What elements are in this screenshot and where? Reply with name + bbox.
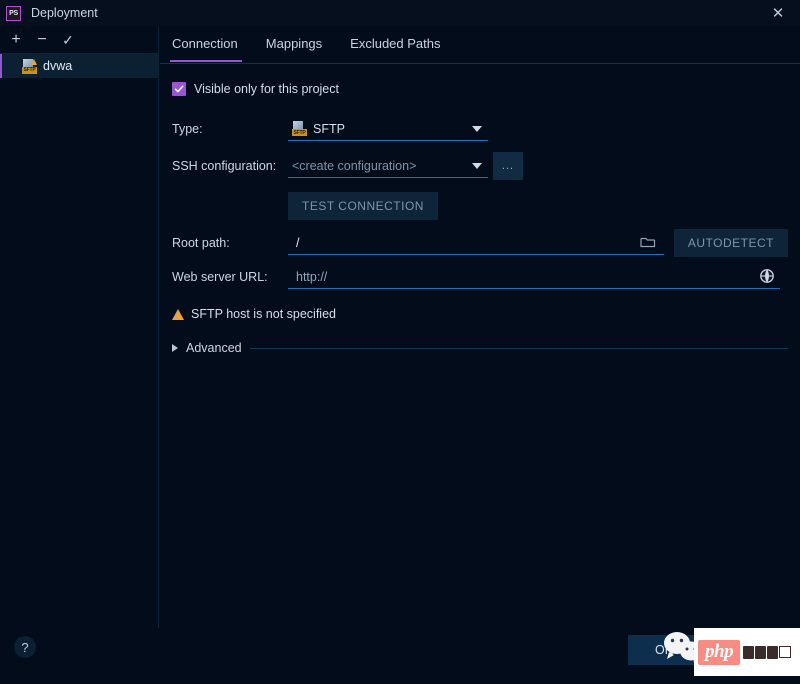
web-server-url-label: Web server URL: — [172, 270, 268, 284]
root-path-value: / — [296, 235, 300, 250]
sftp-badge-label: SFTP — [22, 66, 37, 74]
sidebar: + − ✓ SFTP dvwa — [0, 26, 159, 628]
php-logo-label: php — [698, 639, 741, 665]
web-server-url-input[interactable]: http:// — [288, 265, 780, 289]
folder-browse-icon[interactable] — [640, 235, 656, 249]
web-server-url-row: Web server URL: http:// — [172, 260, 800, 294]
type-value: SFTP — [313, 121, 345, 136]
root-path-input[interactable]: / — [288, 231, 664, 255]
connection-form: Visible only for this project Type: SFTP… — [160, 64, 800, 355]
advanced-label: Advanced — [186, 341, 242, 355]
visible-only-row[interactable]: Visible only for this project — [172, 78, 800, 100]
type-row: Type: SFTP SFTP — [172, 112, 800, 146]
sftp-type-badge: SFTP — [292, 129, 307, 136]
visible-only-label: Visible only for this project — [194, 82, 339, 96]
warning-row: SFTP host is not specified — [172, 303, 800, 325]
advanced-divider — [249, 347, 788, 349]
deployment-dialog: PS Deployment ✕ + − ✓ SFTP dvwa Connecti… — [0, 0, 800, 684]
test-connection-row: TEST CONNECTION — [172, 186, 800, 226]
autodetect-button[interactable]: AUTODETECT — [673, 229, 788, 257]
chevron-down-icon — [472, 163, 482, 169]
sftp-server-icon: SFTP — [22, 58, 37, 74]
sidebar-toolbar: + − ✓ — [0, 26, 158, 54]
plus-icon[interactable]: + — [4, 28, 28, 52]
visible-only-checkbox[interactable] — [172, 82, 186, 96]
php-watermark: php — [694, 628, 800, 676]
tab-connection[interactable]: Connection — [160, 36, 252, 62]
ssh-config-browse-button[interactable]: ... — [493, 152, 523, 180]
title-bar: PS Deployment ✕ — [0, 0, 800, 26]
tab-bar: Connection Mappings Excluded Paths — [160, 26, 800, 64]
tab-mappings[interactable]: Mappings — [252, 36, 336, 62]
warning-message: SFTP host is not specified — [191, 307, 336, 321]
chevron-right-icon — [172, 344, 178, 352]
sidebar-item-dvwa[interactable]: SFTP dvwa — [0, 54, 158, 78]
phpstorm-logo-icon: PS — [6, 5, 21, 21]
ssh-config-label: SSH configuration: — [172, 159, 277, 173]
ssh-config-value: <create configuration> — [292, 158, 417, 173]
watermark-text — [743, 645, 792, 659]
tab-excluded-paths[interactable]: Excluded Paths — [336, 36, 454, 62]
sidebar-item-label: dvwa — [43, 59, 73, 73]
test-connection-button[interactable]: TEST CONNECTION — [288, 192, 438, 220]
type-dropdown[interactable]: SFTP SFTP — [288, 117, 488, 141]
chevron-down-icon — [472, 126, 482, 132]
globe-icon[interactable] — [759, 268, 775, 289]
window-title: Deployment — [31, 6, 98, 20]
close-icon[interactable]: ✕ — [756, 0, 800, 26]
ok-button[interactable]: OK — [628, 635, 700, 665]
ssh-config-row: SSH configuration: <create configuration… — [172, 146, 800, 186]
type-label: Type: — [172, 122, 203, 136]
sftp-type-icon: SFTP — [292, 121, 307, 136]
footer: ? OK Cancel — [0, 628, 800, 684]
help-icon[interactable]: ? — [14, 636, 36, 658]
main-panel: Connection Mappings Excluded Paths Visib… — [160, 26, 800, 628]
root-path-label: Root path: — [172, 236, 230, 250]
warning-icon — [172, 308, 184, 320]
web-server-url-value: http:// — [296, 269, 328, 284]
root-path-row: Root path: / AUTODETECT — [172, 226, 800, 260]
advanced-section-header[interactable]: Advanced — [172, 341, 800, 355]
checkmark-icon[interactable]: ✓ — [56, 28, 80, 52]
ssh-config-dropdown[interactable]: <create configuration> — [288, 154, 488, 178]
minus-icon[interactable]: − — [30, 28, 54, 52]
